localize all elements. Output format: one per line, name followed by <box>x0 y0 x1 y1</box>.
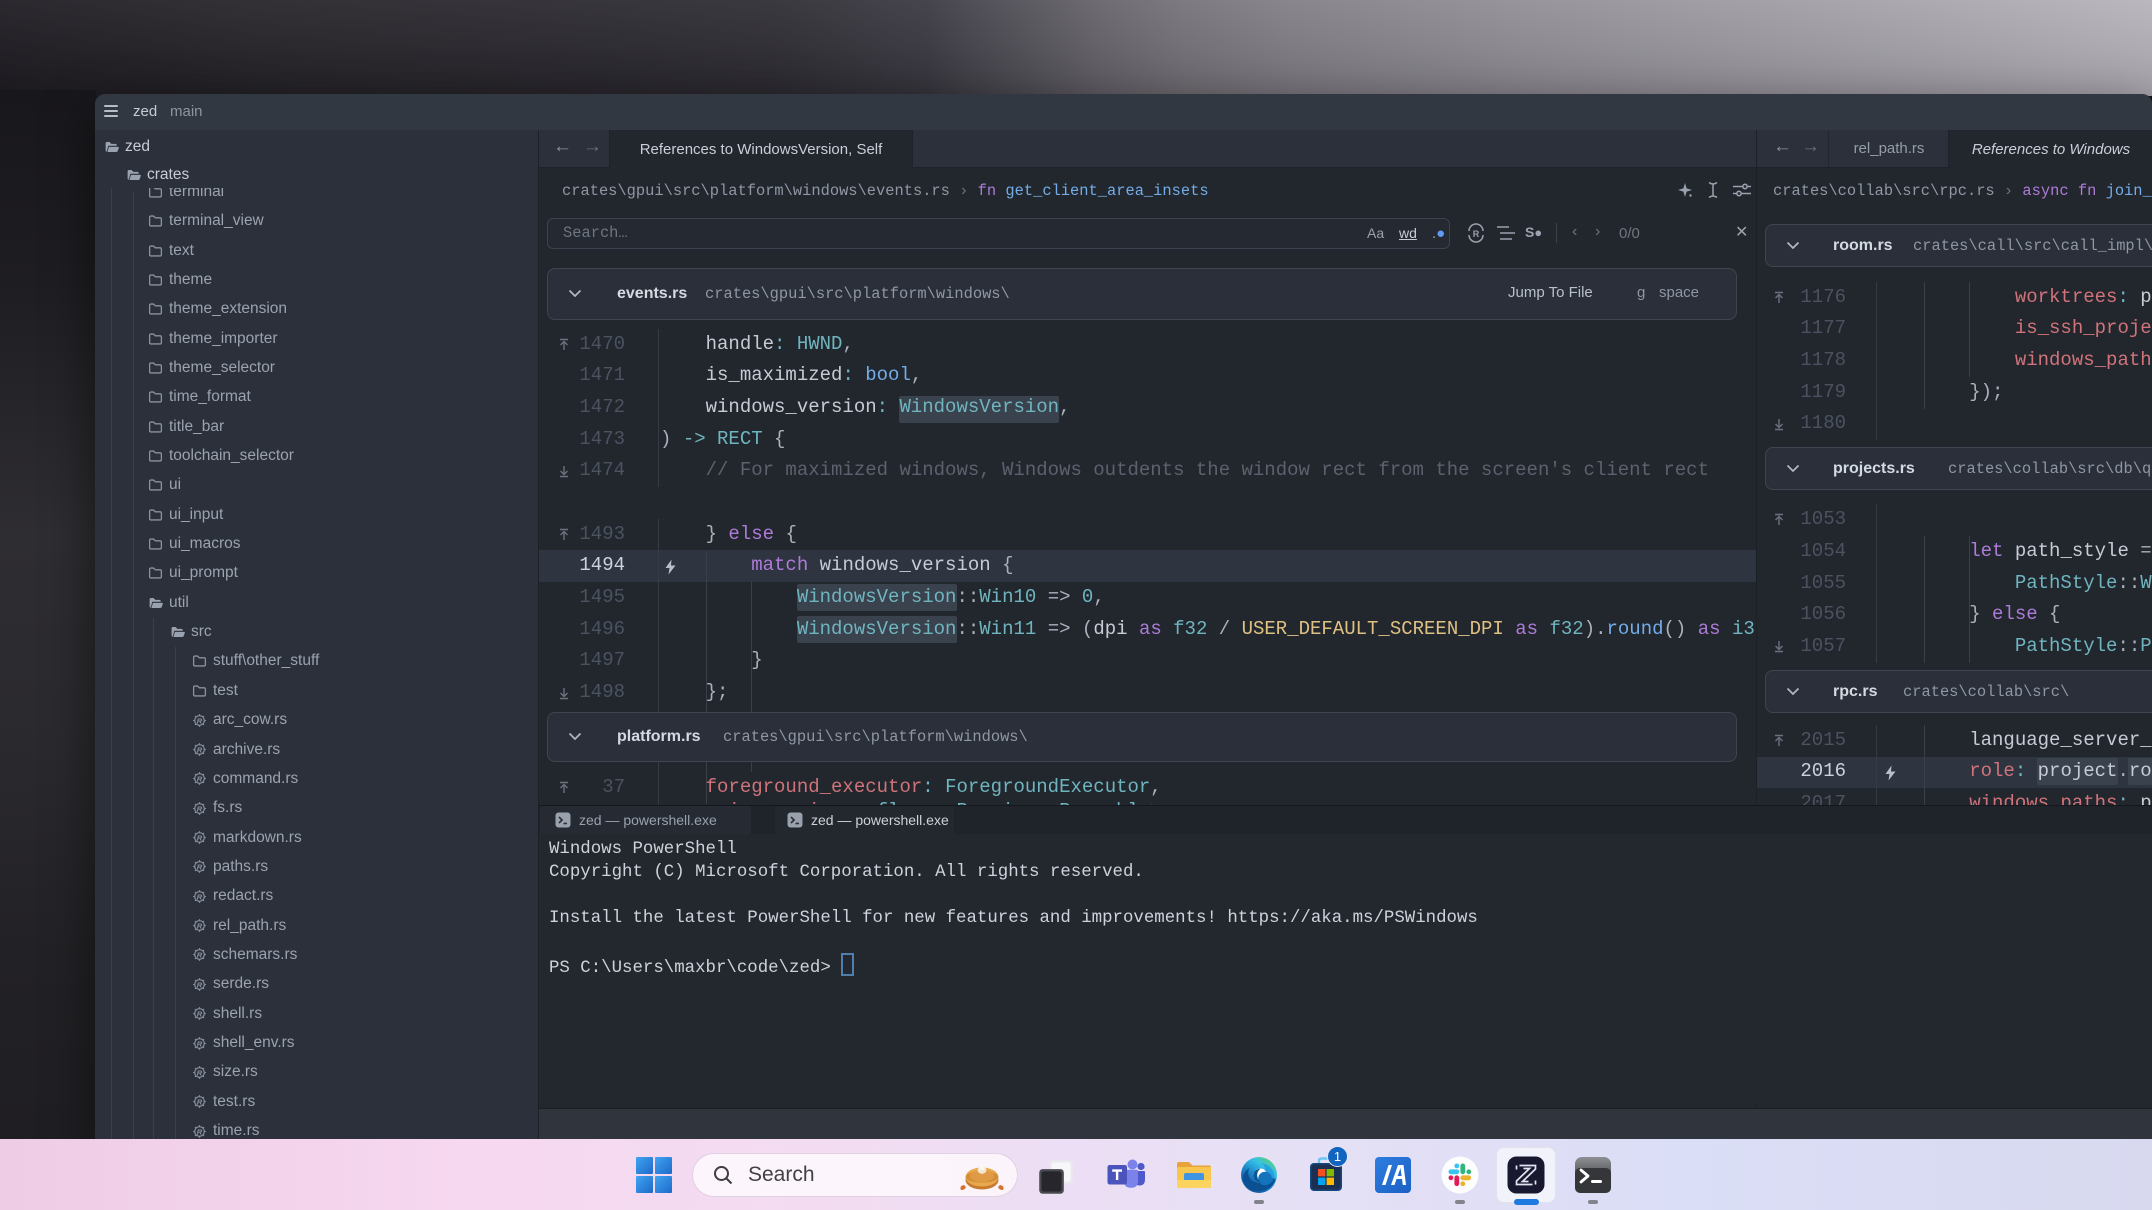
svg-text:R: R <box>197 951 203 960</box>
svg-text:R: R <box>197 1068 203 1077</box>
svg-text:R: R <box>1473 229 1480 239</box>
svg-text:R: R <box>197 804 203 813</box>
svg-text:R: R <box>197 833 203 842</box>
svg-text:R: R <box>197 775 203 784</box>
svg-text:R: R <box>197 980 203 989</box>
svg-text:R: R <box>197 1098 203 1107</box>
svg-text:R: R <box>197 921 203 930</box>
svg-text:R: R <box>197 892 203 901</box>
svg-text:R: R <box>197 1039 203 1048</box>
svg-text:R: R <box>197 745 203 754</box>
svg-text:R: R <box>197 1009 203 1018</box>
svg-text:R: R <box>197 1127 203 1136</box>
svg-text:R: R <box>197 716 203 725</box>
svg-text:R: R <box>197 863 203 872</box>
